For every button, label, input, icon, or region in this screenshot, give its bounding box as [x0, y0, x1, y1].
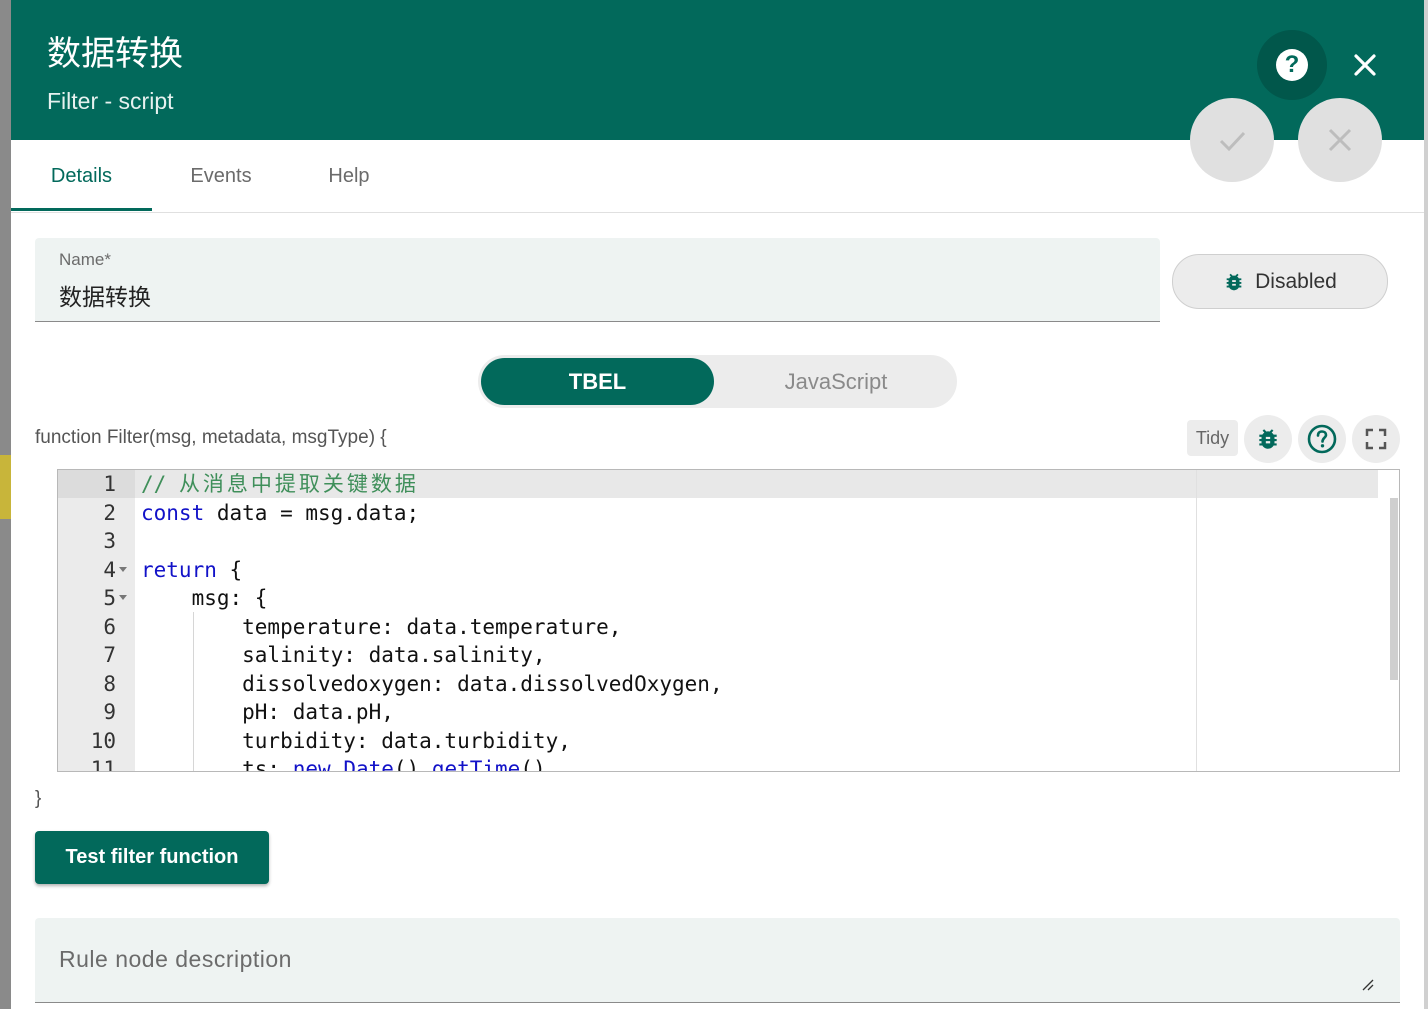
tab-events[interactable]: Events [152, 140, 290, 212]
code-text: const data = msg.data; [141, 500, 420, 525]
tab-bar: Details Events Help [11, 140, 1424, 213]
line-number: 11 [90, 757, 116, 772]
help-circle-icon [1307, 424, 1337, 454]
name-field-value[interactable]: 数据转换 [59, 278, 151, 312]
print-margin [1196, 470, 1197, 771]
resize-handle-icon[interactable] [1361, 978, 1375, 992]
description-field[interactable]: Rule node description [35, 918, 1400, 1003]
code-text: dissolvedoxygen: data.dissolvedOxygen, [141, 671, 723, 696]
scrollbar-track [1424, 0, 1428, 1009]
debug-mode-button[interactable]: Disabled [1172, 254, 1388, 309]
bug-icon [1226, 273, 1242, 290]
test-debug-button[interactable] [1244, 415, 1292, 463]
test-filter-button[interactable]: Test filter function [35, 831, 269, 884]
code-text: temperature: data.temperature, [141, 614, 622, 639]
active-tab-indicator [11, 208, 152, 211]
line-number: 6 [103, 614, 116, 639]
line-number: 8 [103, 671, 116, 696]
function-signature: function Filter(msg, metadata, msgType) … [35, 427, 387, 448]
line-number: 9 [103, 700, 116, 724]
line-number: 3 [103, 529, 116, 553]
line-number: 2 [103, 500, 116, 525]
name-field[interactable]: Name* 数据转换 [35, 238, 1160, 322]
script-help-button[interactable] [1298, 415, 1346, 463]
toggle-tbel[interactable]: TBEL [481, 358, 714, 405]
code-text: msg: { [141, 586, 268, 610]
dialog-title: 数据转换 [47, 34, 183, 74]
code-text: ts: new Date().getTime() [141, 757, 546, 772]
close-button[interactable] [1345, 45, 1385, 85]
tidy-button[interactable]: Tidy [1187, 420, 1238, 456]
fold-arrow-icon[interactable] [119, 566, 127, 572]
help-circle-icon: ? [1276, 49, 1308, 81]
editor-scrollbar[interactable] [1390, 498, 1398, 680]
line-number: 5 [103, 586, 116, 610]
debug-mode-label: Disabled [1255, 269, 1337, 293]
bug-icon [1259, 429, 1277, 449]
dialog-subtitle: Filter - script [47, 88, 174, 114]
fullscreen-icon [1365, 428, 1387, 450]
line-number: 1 [103, 472, 116, 496]
code-text: turbidity: data.turbidity, [141, 728, 571, 753]
background-node-fragment [0, 455, 11, 519]
code-text: pH: data.pH, [141, 700, 394, 724]
description-placeholder: Rule node description [59, 946, 292, 972]
background-canvas-edge [0, 0, 11, 1009]
fullscreen-button[interactable] [1352, 415, 1400, 463]
name-field-label: Name* [59, 250, 111, 269]
line-number: 7 [103, 643, 116, 667]
script-editor[interactable]: 1 // 从消息中提取关键数据 2 const data = msg.data; 3 4 r… [57, 469, 1400, 772]
toggle-javascript[interactable]: JavaScript [718, 358, 954, 405]
line-number: 10 [90, 728, 116, 753]
help-button[interactable]: ? [1257, 30, 1327, 100]
rule-node-dialog: 数据转换 Filter - script ? Details Events He… [11, 0, 1424, 1009]
fold-arrow-icon[interactable] [119, 595, 127, 600]
code-text: return { [141, 557, 243, 582]
language-toggle: TBEL JavaScript [478, 355, 957, 408]
close-icon [1354, 54, 1376, 76]
code-text: salinity: data.salinity, [141, 643, 546, 667]
code-text: // 从消息中提取关键数据 [141, 472, 419, 496]
line-number: 4 [103, 557, 116, 582]
function-closing-brace: } [35, 788, 42, 809]
tab-details[interactable]: Details [11, 140, 152, 212]
tab-help[interactable]: Help [290, 140, 408, 212]
